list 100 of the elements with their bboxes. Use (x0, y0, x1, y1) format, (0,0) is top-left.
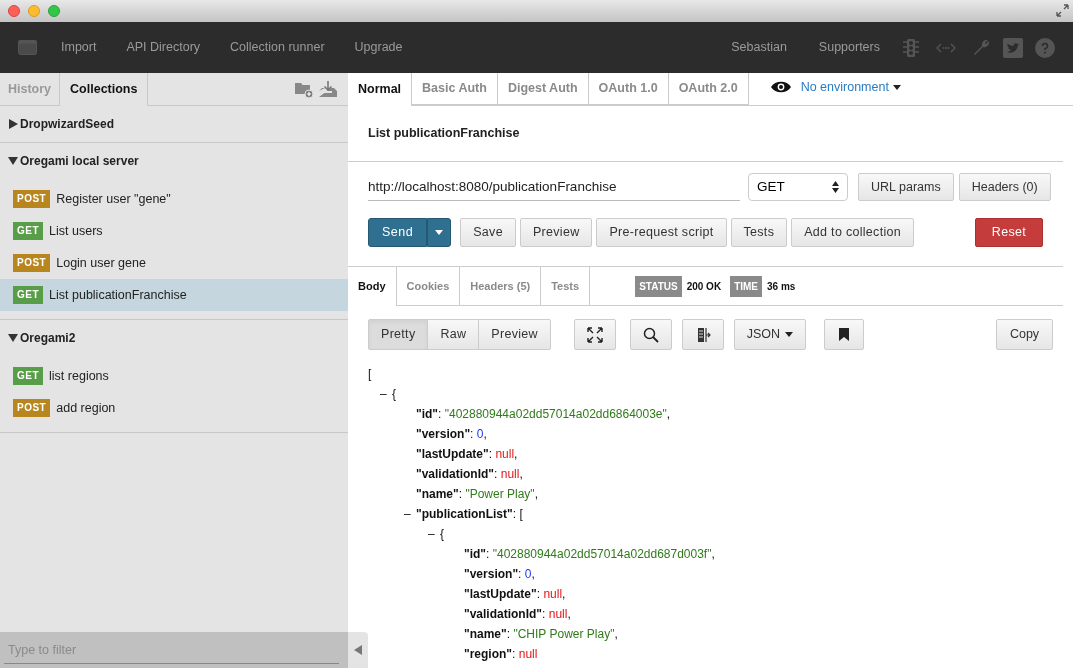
nav-link[interactable]: Collection runner (230, 38, 325, 57)
search-button[interactable] (629, 319, 672, 350)
nav-link[interactable]: API Directory (126, 38, 201, 57)
method-select[interactable]: GET (748, 173, 848, 201)
auth-tab[interactable]: Normal (348, 73, 413, 106)
eye-icon[interactable] (770, 81, 791, 93)
request-name: Register user "gene" (56, 190, 171, 208)
minimize-button[interactable] (28, 5, 40, 17)
triangle-right-icon (8, 119, 18, 129)
twitter-icon[interactable] (1003, 37, 1023, 58)
auth-tab[interactable]: OAuth 1.0 (588, 73, 669, 105)
code-line: "validationId": null, (416, 466, 523, 483)
search-icon (642, 326, 659, 343)
action-button[interactable]: Save (460, 218, 516, 247)
code-icon[interactable] (936, 42, 956, 53)
supporters-link[interactable]: Supporters (818, 38, 880, 57)
collapse-sidebar-button[interactable] (348, 632, 368, 668)
action-button[interactable]: Tests (730, 218, 788, 247)
response-tab[interactable]: Cookies (396, 267, 461, 305)
bookmark-icon (838, 328, 849, 341)
method-badge: GET (13, 286, 44, 304)
request-item[interactable]: POST Register user "gene" (0, 183, 348, 215)
request-item[interactable]: POST Login user gene (0, 247, 348, 279)
format-dropdown[interactable]: JSON (733, 319, 806, 350)
method-badge: POST (13, 399, 51, 417)
fullscreen-icon[interactable] (1056, 4, 1069, 17)
request-name: List publicationFranchise (49, 286, 187, 304)
request-item[interactable]: GET List users (0, 215, 348, 247)
collapse-toggle[interactable]: – (428, 524, 440, 544)
collection-header[interactable]: Oregami2 (0, 320, 348, 356)
send-options-button[interactable] (427, 218, 452, 247)
request-item[interactable]: POST add region (0, 392, 348, 424)
code-line: "name": "CHIP Power Play", (464, 626, 618, 643)
action-button[interactable]: Add to collection (791, 218, 915, 247)
updown-icon (832, 181, 839, 193)
code-line: { (392, 386, 396, 403)
code-line: [ (368, 366, 372, 383)
collection-header[interactable]: DropwizardSeed (0, 106, 348, 142)
action-button[interactable]: Pre-request script (596, 218, 727, 247)
send-button[interactable]: Send (368, 218, 428, 247)
request-name: List users (49, 222, 103, 240)
method-badge: POST (13, 190, 51, 208)
environment-dropdown[interactable]: No environment (800, 73, 901, 101)
request-name: add region (56, 399, 116, 417)
code-line: "publicationList": [ (416, 506, 523, 523)
auth-tab[interactable]: Basic Auth (412, 73, 498, 105)
caret-down-icon (785, 332, 794, 337)
request-name: list regions (49, 367, 109, 385)
caret-left-icon (354, 645, 362, 655)
collection-name: Oregami local server (20, 153, 139, 170)
action-button[interactable]: Preview (519, 218, 593, 247)
nav-link[interactable]: Import (61, 38, 97, 57)
request-name: Login user gene (56, 254, 146, 272)
wrap-button[interactable] (681, 319, 724, 350)
request-item[interactable]: GET List publicationFranchise (0, 279, 348, 311)
caret-down-icon (892, 84, 901, 90)
collapse-toggle[interactable]: – (380, 384, 392, 404)
request-item[interactable]: GET list regions (0, 360, 348, 392)
collection-name: DropwizardSeed (20, 116, 115, 133)
url-field[interactable]: http://localhost:8080/publicationFranchise (368, 173, 740, 201)
status-label: STATUS (635, 275, 682, 297)
view-mode-tab[interactable]: Preview (478, 319, 551, 350)
sidebar-tab[interactable]: Collections (59, 73, 149, 106)
caret-down-icon (435, 230, 444, 235)
fullscreen-button[interactable] (573, 319, 616, 350)
code-line: "name": "Power Play", (416, 486, 538, 503)
wrench-icon[interactable] (972, 38, 991, 57)
response-tab[interactable]: Headers (5) (460, 267, 542, 305)
view-mode-tab[interactable]: Pretty (368, 319, 429, 350)
code-line: "validationId": null, (464, 606, 571, 623)
zoom-button[interactable] (48, 5, 60, 17)
code-line: "id": "402880944a02dd57014a02dd687d003f", (464, 546, 715, 563)
triangle-down-icon (8, 333, 18, 343)
request-title: List publicationFranchise (368, 125, 520, 143)
collection-header[interactable]: Oregami local server (0, 143, 348, 179)
method-badge: GET (13, 367, 44, 385)
code-line: "id": "402880944a02dd57014a02dd6864003e", (416, 406, 671, 423)
user-link[interactable]: Sebastian (731, 38, 787, 57)
nav-link[interactable]: Upgrade (354, 38, 403, 57)
reset-button[interactable]: Reset (974, 218, 1043, 247)
response-tab[interactable]: Body (348, 267, 397, 306)
url-params-button[interactable]: URL params (858, 173, 954, 201)
triangle-down-icon (8, 156, 18, 166)
code-line: { (440, 526, 444, 543)
view-mode-tab[interactable]: Raw (427, 319, 480, 350)
help-icon[interactable] (1035, 37, 1055, 58)
copy-button[interactable]: Copy (996, 319, 1053, 350)
collection-name: Oregami2 (20, 330, 76, 347)
headers-button[interactable]: Headers (0) (958, 173, 1051, 201)
status-value: 200 OK (686, 279, 722, 294)
bookmark-button[interactable] (823, 319, 864, 350)
time-value: 36 ms (767, 279, 796, 294)
auth-tab[interactable]: OAuth 2.0 (668, 73, 749, 105)
code-line: "lastUpdate": null, (464, 586, 566, 603)
code-line: "version": 0, (464, 566, 535, 583)
import-icon[interactable] (318, 79, 338, 99)
traffic-light-icon[interactable] (902, 37, 920, 58)
time-label: TIME (730, 275, 762, 297)
collapse-toggle[interactable]: – (404, 504, 416, 524)
close-button[interactable] (8, 5, 20, 17)
